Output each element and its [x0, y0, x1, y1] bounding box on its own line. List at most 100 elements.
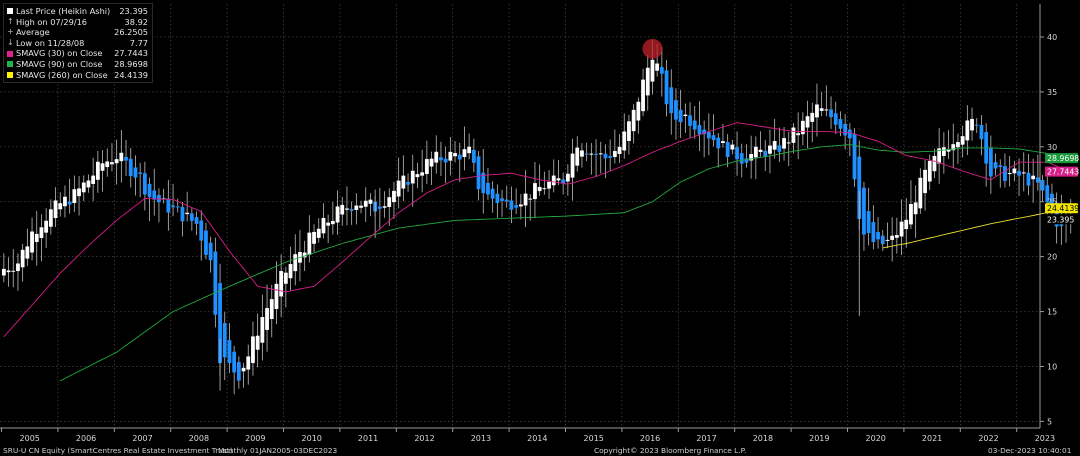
candle-body	[833, 113, 838, 125]
footer-security: SRU-U CN Equity (SmartCentres Real Estat…	[3, 446, 233, 455]
x-tick-label: 2017	[696, 434, 716, 443]
candle-body	[443, 158, 448, 163]
candle-body	[279, 271, 284, 297]
candle-body	[518, 204, 523, 207]
candle-body	[683, 114, 688, 117]
x-tick-label: 2006	[76, 434, 96, 443]
candle-body	[6, 270, 11, 273]
candle-body	[330, 220, 335, 225]
candle-body	[960, 136, 965, 145]
candle-body	[128, 158, 133, 177]
candle-body	[401, 175, 406, 189]
candle-body	[894, 235, 899, 238]
candle-body	[645, 67, 650, 96]
candle-body	[171, 205, 175, 208]
candle-body	[758, 149, 763, 153]
candle-body	[368, 199, 373, 204]
candle-body	[105, 161, 110, 168]
candle-body	[565, 173, 570, 182]
candle-body	[25, 246, 30, 259]
x-tick-label: 2013	[471, 434, 491, 443]
candle-body	[547, 181, 551, 189]
x-tick-label: 2021	[922, 434, 942, 443]
candle-body	[246, 356, 251, 370]
legend: Last Price (Heikin Ashi) 23.395 ↑ High o…	[3, 3, 153, 84]
candle-body	[307, 232, 312, 255]
candle-body	[86, 180, 91, 188]
candle-body	[927, 160, 932, 182]
candle-body	[91, 175, 96, 184]
y-tick-label: 35	[1047, 88, 1057, 97]
candle-body	[612, 151, 617, 157]
candle-body	[866, 211, 871, 234]
candle-body	[941, 147, 946, 156]
candle-body	[1007, 173, 1012, 175]
candle-body	[970, 118, 974, 131]
candle-body	[598, 153, 603, 155]
candle-body	[885, 239, 890, 241]
x-tick-label: 2012	[414, 434, 434, 443]
legend-label: Average	[16, 27, 50, 38]
legend-value: 38.92	[124, 16, 148, 27]
candle-body	[39, 227, 44, 238]
candle-body	[551, 175, 556, 186]
candle-body	[800, 120, 805, 135]
candle-body	[213, 251, 218, 315]
candle-body	[194, 217, 199, 224]
candle-body	[30, 231, 34, 253]
candle-body	[424, 159, 429, 174]
candle-body	[838, 119, 843, 129]
y-tick-label: 5	[1047, 417, 1052, 426]
candle-body	[843, 123, 848, 136]
x-tick-label: 2007	[132, 434, 152, 443]
legend-label: SMAVG (30) on Close	[16, 48, 103, 59]
candle-body	[923, 169, 927, 194]
candle-body	[185, 212, 190, 215]
candle-body	[232, 351, 237, 373]
candle-body	[476, 156, 481, 190]
candle-body	[142, 173, 147, 195]
candle-body	[735, 147, 739, 160]
candle-body	[236, 362, 241, 381]
candle-body	[749, 154, 754, 161]
candle-body	[133, 167, 138, 178]
candle-body	[528, 198, 533, 200]
candle-body	[805, 116, 810, 128]
candle-body	[288, 264, 293, 279]
candle-body	[359, 205, 363, 208]
candle-body	[880, 235, 885, 245]
legend-swatch-sma30	[7, 50, 13, 57]
up-arrow-icon: ↑	[7, 16, 14, 26]
candle-body	[932, 155, 937, 172]
candle-body	[490, 188, 495, 199]
candle-body	[67, 201, 72, 205]
candle-body	[377, 206, 382, 209]
candle-body	[627, 121, 631, 141]
candle-body	[697, 125, 702, 135]
candle-body	[363, 200, 368, 207]
candle-body	[283, 272, 288, 284]
candle-body	[1003, 166, 1007, 181]
candle-body	[387, 197, 392, 207]
legend-swatch-sma260	[7, 71, 13, 78]
candle-body	[542, 188, 547, 190]
candle-body	[180, 206, 185, 222]
candle-body	[819, 108, 824, 111]
candle-body	[11, 270, 16, 272]
candle-body	[782, 138, 786, 149]
footer-timestamp: 03-Dec-2023 10:40:01	[988, 446, 1072, 455]
candle-body	[904, 219, 909, 230]
candle-body	[110, 162, 114, 165]
candle-body	[791, 127, 796, 143]
candle-body	[124, 156, 128, 161]
candle-body	[204, 230, 208, 255]
down-arrow-icon: ↓	[7, 37, 14, 47]
candle-body	[222, 323, 227, 358]
legend-value: 27.7443	[114, 48, 148, 59]
candle-body	[72, 189, 77, 204]
candle-body	[664, 70, 669, 105]
candle-body	[175, 206, 180, 208]
candle-body	[316, 228, 321, 238]
candle-body	[796, 133, 801, 136]
candle-body	[354, 205, 359, 210]
